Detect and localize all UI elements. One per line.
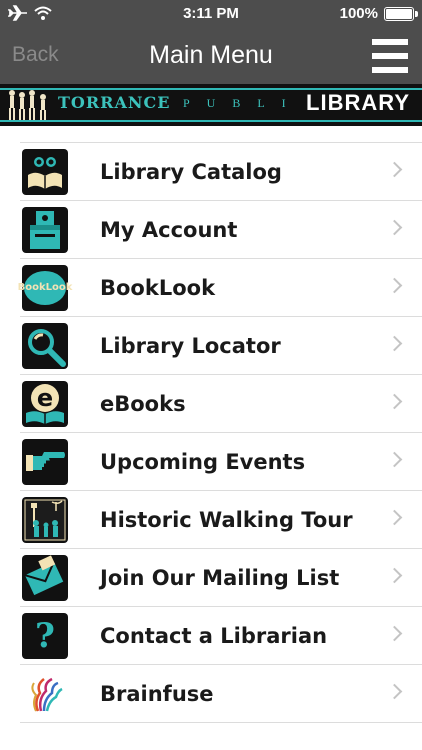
banner-library-text: LIBRARY xyxy=(302,90,414,116)
menu-item-label: Join Our Mailing List xyxy=(100,565,340,590)
chevron-right-icon xyxy=(386,567,403,584)
pointing-hand-icon xyxy=(20,438,70,486)
question-icon: ? xyxy=(20,612,70,660)
chevron-right-icon xyxy=(386,625,403,642)
walking-tour-icon xyxy=(20,496,70,544)
main-menu-list: Library Catalog My Account BookLook Book… xyxy=(17,142,422,723)
menu-item-join-mailing-list[interactable]: Join Our Mailing List xyxy=(20,549,422,607)
account-icon xyxy=(20,206,70,254)
menu-item-contact-librarian[interactable]: ? Contact a Librarian xyxy=(20,607,422,665)
menu-item-label: eBooks xyxy=(100,391,186,416)
menu-item-label: BookLook xyxy=(100,275,216,300)
chevron-right-icon xyxy=(386,161,403,178)
menu-item-booklook[interactable]: BookLook BookLook xyxy=(17,259,422,317)
booklook-icon-text: BookLook xyxy=(17,282,73,293)
menu-item-ebooks[interactable]: e eBooks xyxy=(20,375,422,433)
menu-item-label: My Account xyxy=(100,217,238,242)
menu-item-library-catalog[interactable]: Library Catalog xyxy=(20,143,422,201)
status-right: 100% xyxy=(339,5,418,22)
menu-item-label: Brainfuse xyxy=(100,681,214,706)
menu-item-library-locator[interactable]: Library Locator xyxy=(20,317,422,375)
banner-torrance-text: TORRANCE xyxy=(58,93,171,112)
ebooks-icon-text: e xyxy=(36,383,54,412)
menu-item-label: Contact a Librarian xyxy=(100,623,328,648)
hamburger-menu-icon[interactable] xyxy=(372,38,408,74)
menu-item-label: Historic Walking Tour xyxy=(100,507,353,532)
chevron-right-icon xyxy=(386,393,403,410)
chevron-right-icon xyxy=(386,683,403,700)
menu-item-label: Library Locator xyxy=(100,333,281,358)
page-title: Main Menu xyxy=(149,41,273,69)
question-icon-text: ? xyxy=(35,615,55,656)
menu-item-label: Upcoming Events xyxy=(100,449,306,474)
menu-item-historic-walking-tour[interactable]: Historic Walking Tour xyxy=(20,491,422,549)
battery-percent: 100% xyxy=(339,5,378,22)
people-figures-logo xyxy=(9,90,46,120)
battery-icon xyxy=(384,6,418,21)
chevron-right-icon xyxy=(386,335,403,352)
menu-item-my-account[interactable]: My Account xyxy=(20,201,422,259)
menu-item-label: Library Catalog xyxy=(100,159,282,184)
chevron-right-icon xyxy=(386,277,403,294)
magnifier-icon xyxy=(20,322,70,370)
menu-item-brainfuse[interactable]: Brainfuse xyxy=(20,665,422,723)
library-banner: TORRANCE PUBLIC LIBRARY xyxy=(0,84,422,126)
chevron-right-icon xyxy=(386,509,403,526)
brainfuse-icon xyxy=(20,670,70,718)
chevron-right-icon xyxy=(386,219,403,236)
nav-bar: Back Main Menu xyxy=(0,28,422,84)
chevron-right-icon xyxy=(386,451,403,468)
ebooks-icon: e xyxy=(20,380,70,428)
status-bar: 3:11 PM 100% xyxy=(0,0,422,28)
menu-item-upcoming-events[interactable]: Upcoming Events xyxy=(20,433,422,491)
booklook-icon: BookLook xyxy=(17,264,73,312)
catalog-icon xyxy=(20,148,70,196)
envelope-icon xyxy=(20,554,70,602)
